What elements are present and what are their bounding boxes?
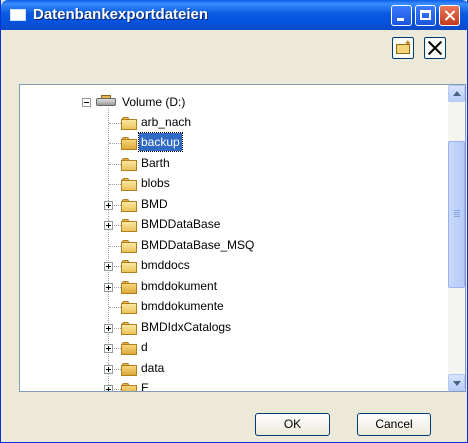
tree-item[interactable]: BMD: [20, 195, 440, 215]
folder-icon: [121, 321, 137, 335]
tree-item[interactable]: blobs: [20, 174, 440, 194]
folder-open-icon: [121, 280, 137, 294]
drive-icon: [96, 95, 116, 107]
dialog-window: Datenbankexportdateien ✦ Volume (D:) arb_…: [0, 0, 468, 443]
expand-icon[interactable]: [104, 282, 113, 292]
expand-icon[interactable]: [104, 323, 113, 333]
ok-button[interactable]: OK: [255, 413, 330, 436]
tree-item-label: backup: [138, 132, 183, 152]
expand-icon[interactable]: [104, 200, 113, 210]
new-folder-button[interactable]: ✦: [392, 37, 414, 59]
tree-item-label: bmddokumente: [141, 299, 224, 313]
arrow-up-icon: [453, 91, 461, 96]
expand-icon[interactable]: [104, 364, 113, 374]
expand-icon[interactable]: [104, 262, 113, 271]
tree-item[interactable]: BMDIdxCatalogs: [20, 318, 440, 338]
tree-item[interactable]: backup: [20, 132, 440, 153]
tree-item[interactable]: E: [20, 379, 440, 392]
folder-icon: [121, 198, 137, 212]
scroll-down-button[interactable]: [448, 374, 465, 391]
folder-icon: [121, 116, 137, 130]
tree-item-label: BMDIdxCatalogs: [141, 319, 232, 334]
title-bar[interactable]: Datenbankexportdateien: [1, 0, 468, 30]
maximize-button[interactable]: [415, 5, 436, 26]
tree-item-label: blobs: [141, 176, 170, 190]
vertical-scrollbar[interactable]: [448, 85, 465, 391]
tree-item-label: BMD: [141, 196, 168, 211]
close-button[interactable]: [439, 5, 460, 26]
folder-open-icon: [121, 342, 137, 355]
delete-button[interactable]: [424, 37, 446, 59]
expand-icon[interactable]: [104, 344, 113, 353]
folder-tree[interactable]: Volume (D:) arb_nachbackup Barth blobs BMD BM…: [19, 84, 466, 392]
tree-item[interactable]: bmddokument: [20, 277, 440, 297]
tree-item[interactable]: BMDDataBase: [20, 215, 440, 235]
tree-item[interactable]: data: [20, 359, 440, 379]
tree-item[interactable]: bmddokumente: [20, 297, 440, 317]
window-title: Datenbankexportdateien: [33, 6, 209, 23]
window-icon: [10, 9, 26, 21]
expand-icon[interactable]: [104, 221, 113, 230]
folder-open-icon: [121, 362, 137, 376]
folder-icon: [121, 157, 137, 171]
folder-icon: [121, 178, 137, 191]
folder-icon: [121, 301, 137, 314]
tree-item-label: data: [141, 360, 165, 375]
arrow-down-icon: [453, 381, 461, 386]
minimize-button[interactable]: [391, 5, 412, 26]
tree-item-label: BMDDataBase: [141, 217, 221, 231]
tree-root-label: Volume (D:): [122, 95, 186, 109]
folder-icon: [121, 219, 137, 232]
folder-icon: [121, 260, 137, 273]
tree-item[interactable]: arb_nach: [20, 113, 440, 133]
tree-item-label: BMDDataBase_MSQ: [141, 237, 255, 252]
tree-item[interactable]: bmddocs: [20, 256, 440, 276]
tree-item-label: bmddokument: [141, 278, 218, 293]
folder-icon: [121, 239, 137, 253]
tree-item-label: E: [141, 381, 150, 392]
tree-item-label: arb_nach: [141, 114, 192, 129]
expand-icon[interactable]: [104, 385, 113, 391]
scroll-thumb[interactable]: [448, 141, 465, 288]
folder-open-icon: [121, 137, 137, 150]
folder-open-icon: [121, 383, 137, 391]
cancel-button[interactable]: Cancel: [357, 413, 431, 436]
tree-item[interactable]: Barth: [20, 154, 440, 174]
tree-item[interactable]: BMDDataBase_MSQ: [20, 236, 440, 256]
tree-root-volume[interactable]: Volume (D:): [20, 92, 440, 112]
tree-item[interactable]: d: [20, 338, 440, 358]
scroll-up-button[interactable]: [448, 85, 465, 102]
tree-item-label: d: [141, 340, 148, 354]
collapse-icon[interactable]: [82, 98, 91, 107]
tree-item-label: bmddocs: [141, 258, 190, 272]
tree-item-label: Barth: [141, 155, 170, 170]
